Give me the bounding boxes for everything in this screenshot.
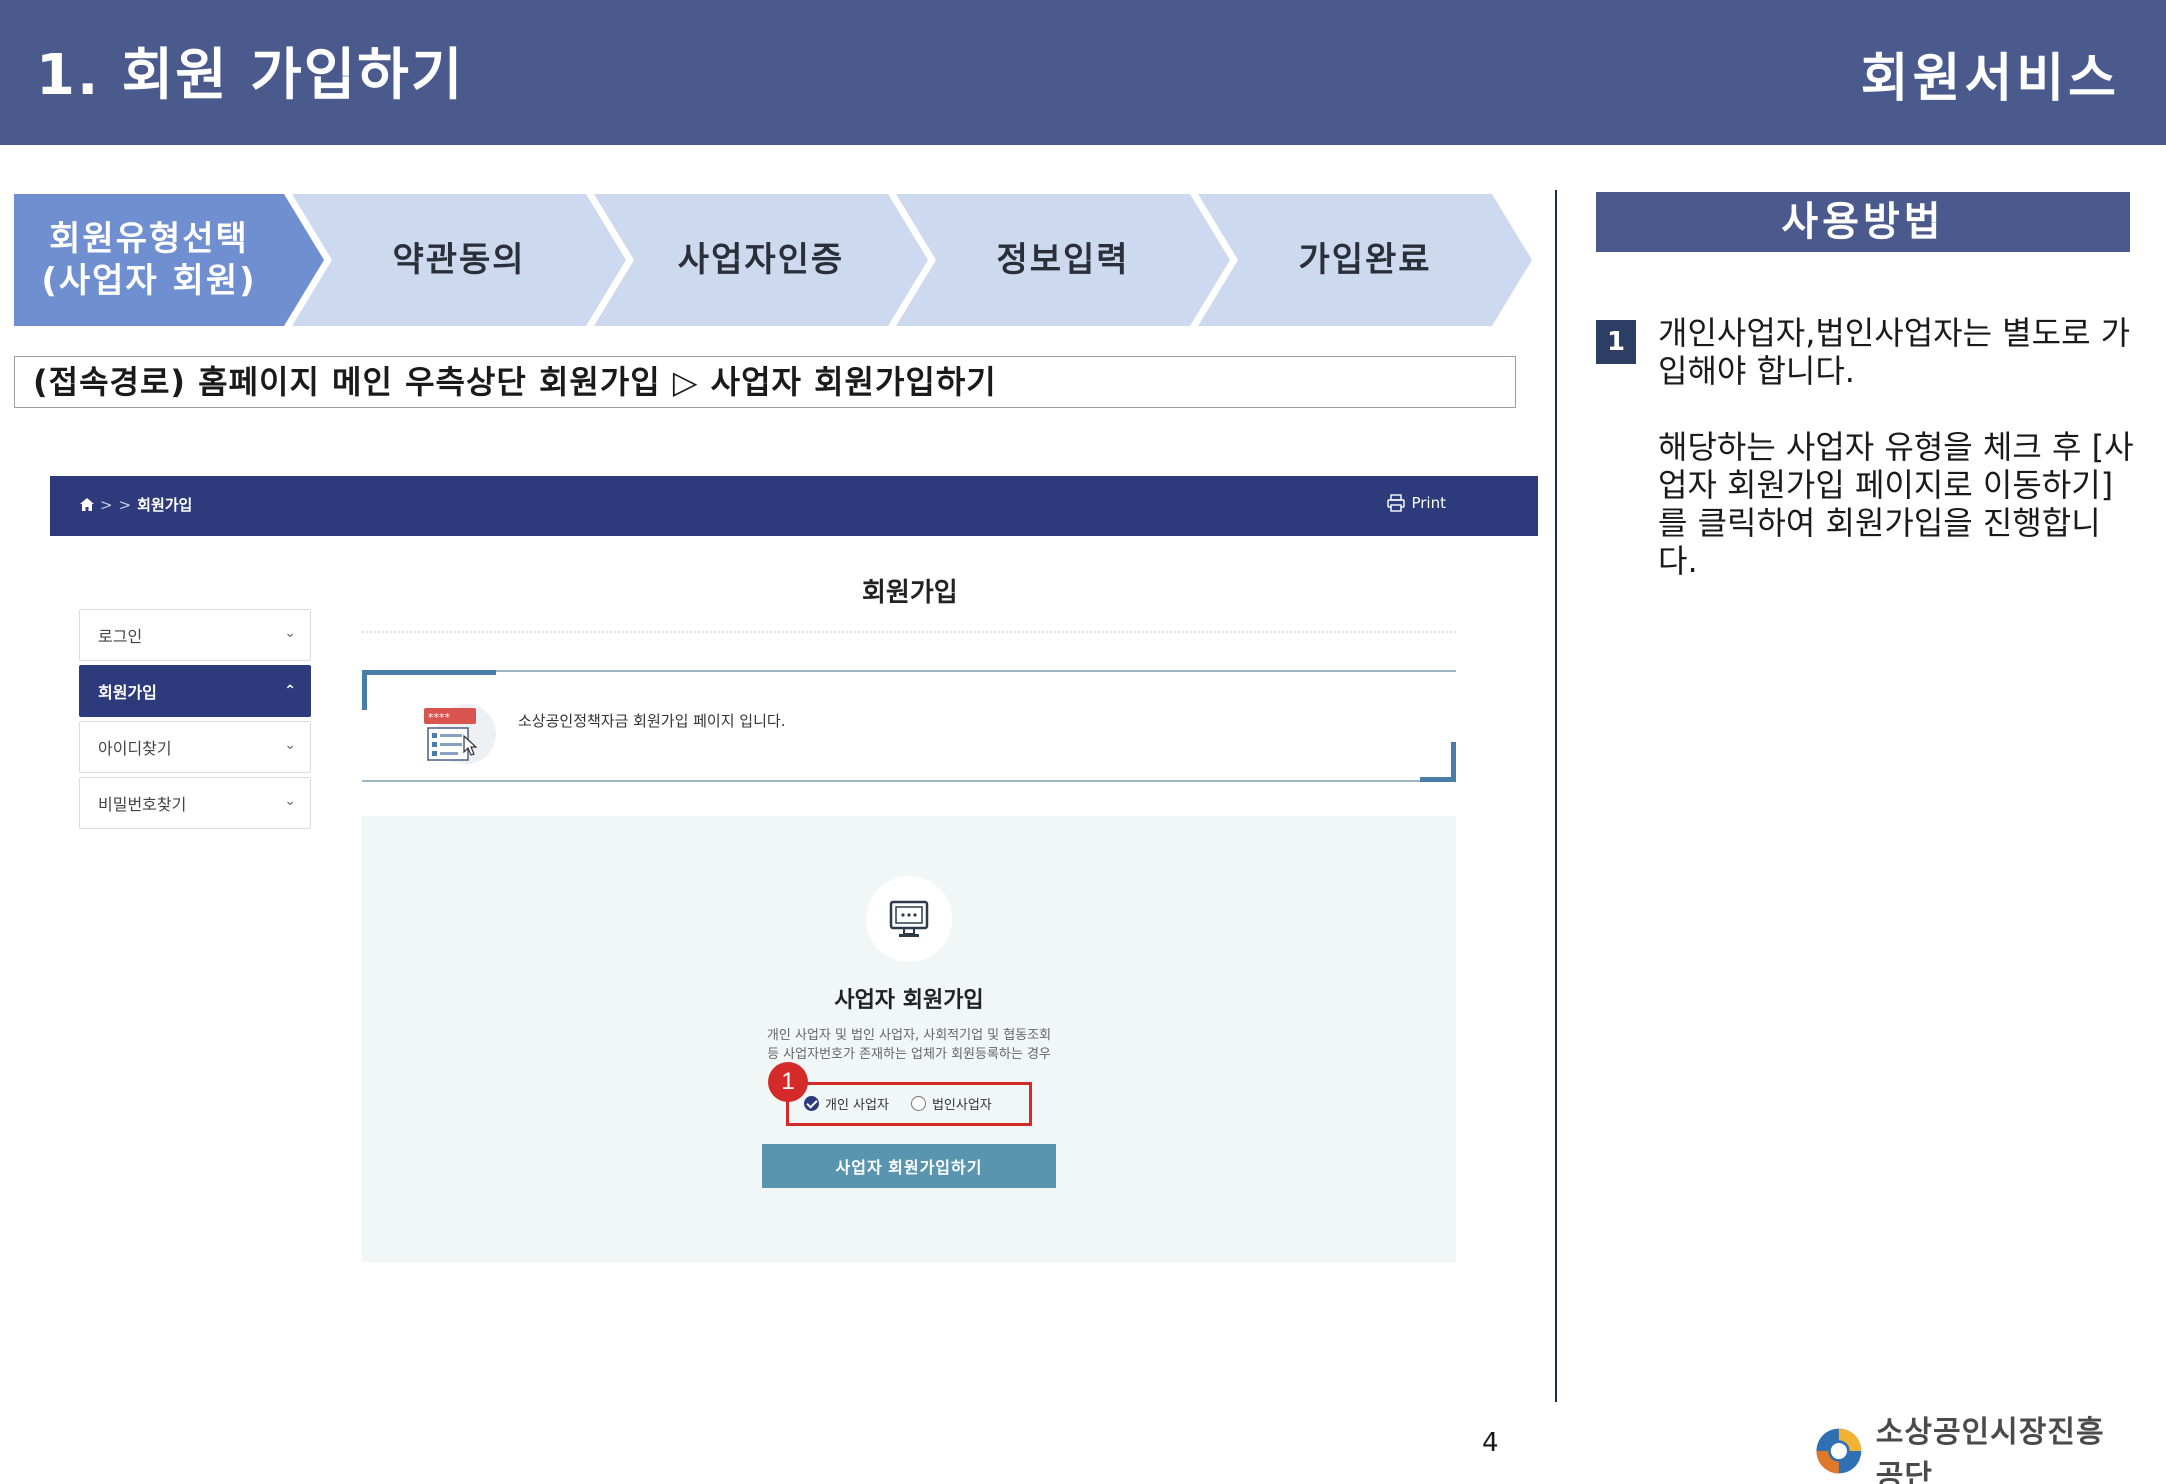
step-1-label-line2: (사업자 회원) bbox=[41, 261, 257, 301]
slide-header: 1. 회원 가입하기 회원서비스 bbox=[0, 0, 2166, 145]
usage-header: 사용방법 bbox=[1596, 192, 2130, 252]
business-signup-button[interactable]: 사업자 회원가입하기 bbox=[762, 1144, 1056, 1188]
breadcrumb: > > 회원가입 bbox=[80, 494, 192, 515]
usage-paragraph-1: 개인사업자,법인사업자는 별도로 가입해야 합니다. bbox=[1658, 314, 2131, 390]
signup-description-line1: 개인 사업자 및 법인 사업자, 사회적기업 및 협동조회 bbox=[766, 1028, 1052, 1043]
chevron-down-icon: ⌄ bbox=[284, 793, 296, 809]
radio-label: 법인사업자 bbox=[931, 1098, 992, 1113]
signup-title: 사업자 회원가입 bbox=[834, 988, 984, 1013]
org-name: 소상공인시장진흥공단 bbox=[1875, 1416, 2105, 1484]
breadcrumb-current[interactable]: 회원가입 bbox=[137, 494, 192, 515]
monitor-icon bbox=[889, 900, 929, 937]
radio-label: 개인 사업자 bbox=[825, 1098, 889, 1113]
org-logo: 소상공인시장진흥공단 bbox=[1812, 1416, 2132, 1484]
step-5-label: 가입완료 bbox=[1298, 240, 1432, 280]
radio-individual-business[interactable]: 개인 사업자 bbox=[804, 1094, 889, 1113]
access-path: (접속경로) 홈페이지 메인 우측상단 회원가입 ▷ 사업자 회원가입하기 bbox=[14, 356, 1516, 408]
sidebar-item-find-id[interactable]: 아이디찾기 ⌄ bbox=[79, 721, 311, 773]
step-3-label: 사업자인증 bbox=[677, 240, 845, 280]
step-1: 회원유형선택 (사업자 회원) bbox=[14, 194, 324, 326]
website-screenshot: > > 회원가입 Print 회원가입 로그인 ⌄ 회원가입 ⌃ 아이디찾기 ⌄… bbox=[50, 476, 1538, 1436]
sidebar-item-label: 로그인 bbox=[98, 627, 143, 646]
step-4: 정보입력 bbox=[896, 194, 1230, 326]
step-3: 사업자인증 bbox=[594, 194, 928, 326]
sidebar-item-label: 비밀번호찾기 bbox=[98, 795, 187, 814]
org-emblem-icon bbox=[1816, 1428, 1862, 1474]
step-4-label: 정보입력 bbox=[996, 240, 1130, 280]
sidebar-item-label: 아이디찾기 bbox=[98, 739, 172, 758]
signup-description-line2: 등 사업자번호가 존재하는 업체가 회원등록하는 경우 bbox=[767, 1047, 1051, 1062]
business-signup-panel: 사업자 회원가입 개인 사업자 및 법인 사업자, 사회적기업 및 협동조회 등… bbox=[362, 816, 1456, 1262]
section-title: 회원서비스 bbox=[1860, 49, 2120, 109]
step-marker: 1 bbox=[768, 1062, 808, 1102]
step-5: 가입완료 bbox=[1198, 194, 1532, 326]
breadcrumb-separator: > bbox=[118, 495, 132, 514]
intro-text: 소상공인정책자금 회원가입 페이지 입니다. bbox=[518, 712, 786, 730]
chevron-down-icon: ⌄ bbox=[284, 737, 296, 753]
step-2: 약관동의 bbox=[292, 194, 626, 326]
print-label: Print bbox=[1411, 494, 1446, 512]
sidebar-item-label: 회원가입 bbox=[98, 683, 157, 702]
print-button[interactable]: Print bbox=[1387, 494, 1446, 512]
usage-paragraph-2: 해당하는 사업자 유형을 체크 후 [사업자 회원가입 페이지로 이동하기]를 … bbox=[1658, 428, 2134, 580]
page-title: 회원가입 bbox=[862, 578, 958, 608]
step-2-label: 약관동의 bbox=[392, 240, 526, 280]
home-icon[interactable] bbox=[80, 498, 94, 511]
intro-box: **** 소상공인정책자금 회원가입 페이지 입니다. bbox=[362, 670, 1456, 782]
signup-form-icon: **** bbox=[424, 704, 496, 764]
sidebar-item-find-password[interactable]: 비밀번호찾기 ⌄ bbox=[79, 777, 311, 829]
site-nav-bar: > > 회원가입 Print bbox=[50, 476, 1538, 536]
process-steps: 회원유형선택 (사업자 회원) 약관동의 사업자인증 정보입력 가입완료 bbox=[14, 194, 1532, 326]
step-1-label-line1: 회원유형선택 bbox=[49, 219, 249, 259]
radio-unchecked-icon[interactable] bbox=[910, 1096, 926, 1111]
chevron-down-icon: ⌄ bbox=[284, 625, 296, 641]
breadcrumb-separator: > bbox=[100, 495, 113, 514]
radio-corporate-business[interactable]: 법인사업자 bbox=[910, 1094, 992, 1113]
radio-checked-icon[interactable] bbox=[804, 1096, 819, 1111]
printer-icon bbox=[1387, 494, 1406, 512]
vertical-divider bbox=[1555, 190, 1557, 1402]
title-divider bbox=[362, 631, 1456, 633]
svg-text:****: **** bbox=[428, 711, 451, 724]
corner-accent bbox=[1420, 742, 1456, 782]
step-number-badge: 1 bbox=[1596, 320, 1636, 364]
signup-icon-wrapper bbox=[866, 876, 952, 962]
business-type-options: 개인 사업자 법인사업자 bbox=[804, 1094, 992, 1113]
chevron-up-icon: ⌃ bbox=[284, 683, 296, 699]
page-number: 4 bbox=[1482, 1428, 1499, 1458]
sidebar-item-login[interactable]: 로그인 ⌄ bbox=[79, 609, 311, 661]
slide-title: 1. 회원 가입하기 bbox=[36, 43, 465, 108]
step-1-label: 회원유형선택 (사업자 회원) bbox=[41, 218, 256, 302]
signup-description: 개인 사업자 및 법인 사업자, 사회적기업 및 협동조회 등 사업자번호가 존… bbox=[362, 1026, 1456, 1064]
sidebar-item-signup[interactable]: 회원가입 ⌃ bbox=[79, 665, 311, 717]
